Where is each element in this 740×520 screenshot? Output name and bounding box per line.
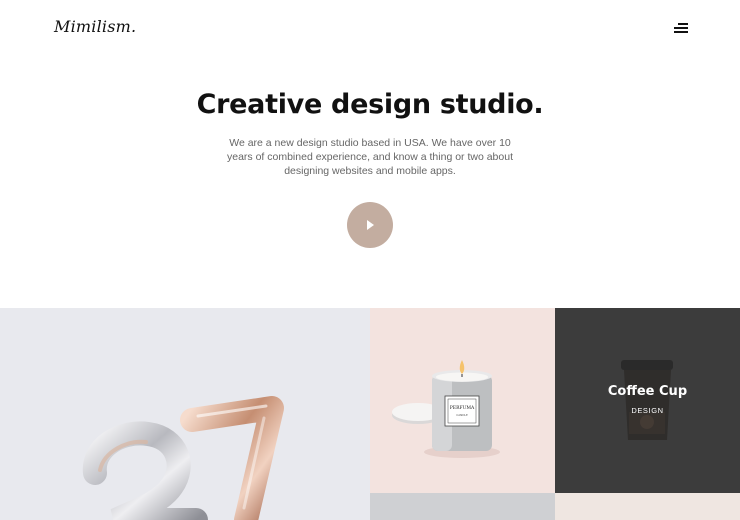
portfolio-item-balloons[interactable] [0,308,370,520]
play-video-button[interactable] [347,202,393,248]
portfolio-item-category: DESIGN [631,406,664,415]
portfolio-item-candle[interactable]: PERFUMA CANDLE [370,308,555,493]
portfolio-item-coffee-cup[interactable]: Coffee Cup DESIGN [555,308,740,493]
menu-button[interactable] [672,20,688,36]
hamburger-icon-line [674,27,688,29]
candle-label-type: CANDLE [456,413,468,417]
balloons-image [82,396,284,520]
hero-title: Creative design studio. [196,89,544,120]
portfolio-item-beige[interactable] [555,493,740,520]
hamburger-icon-line [678,23,688,25]
candle-label-brand: PERFUMA [450,405,475,411]
logo[interactable]: Mimilism. [54,17,136,36]
hero-description: We are a new design studio based in USA.… [226,137,513,177]
play-icon [367,220,374,230]
portfolio-item-title: Coffee Cup [607,384,688,399]
hamburger-icon-line [674,31,688,33]
hero-section: Creative design studio. We are a new des… [0,60,740,308]
candle-image: PERFUMA CANDLE [392,360,500,458]
coffee-cup-image [621,360,673,440]
site-header: Mimilism. [0,0,740,60]
portfolio-item-gray[interactable] [370,493,555,520]
